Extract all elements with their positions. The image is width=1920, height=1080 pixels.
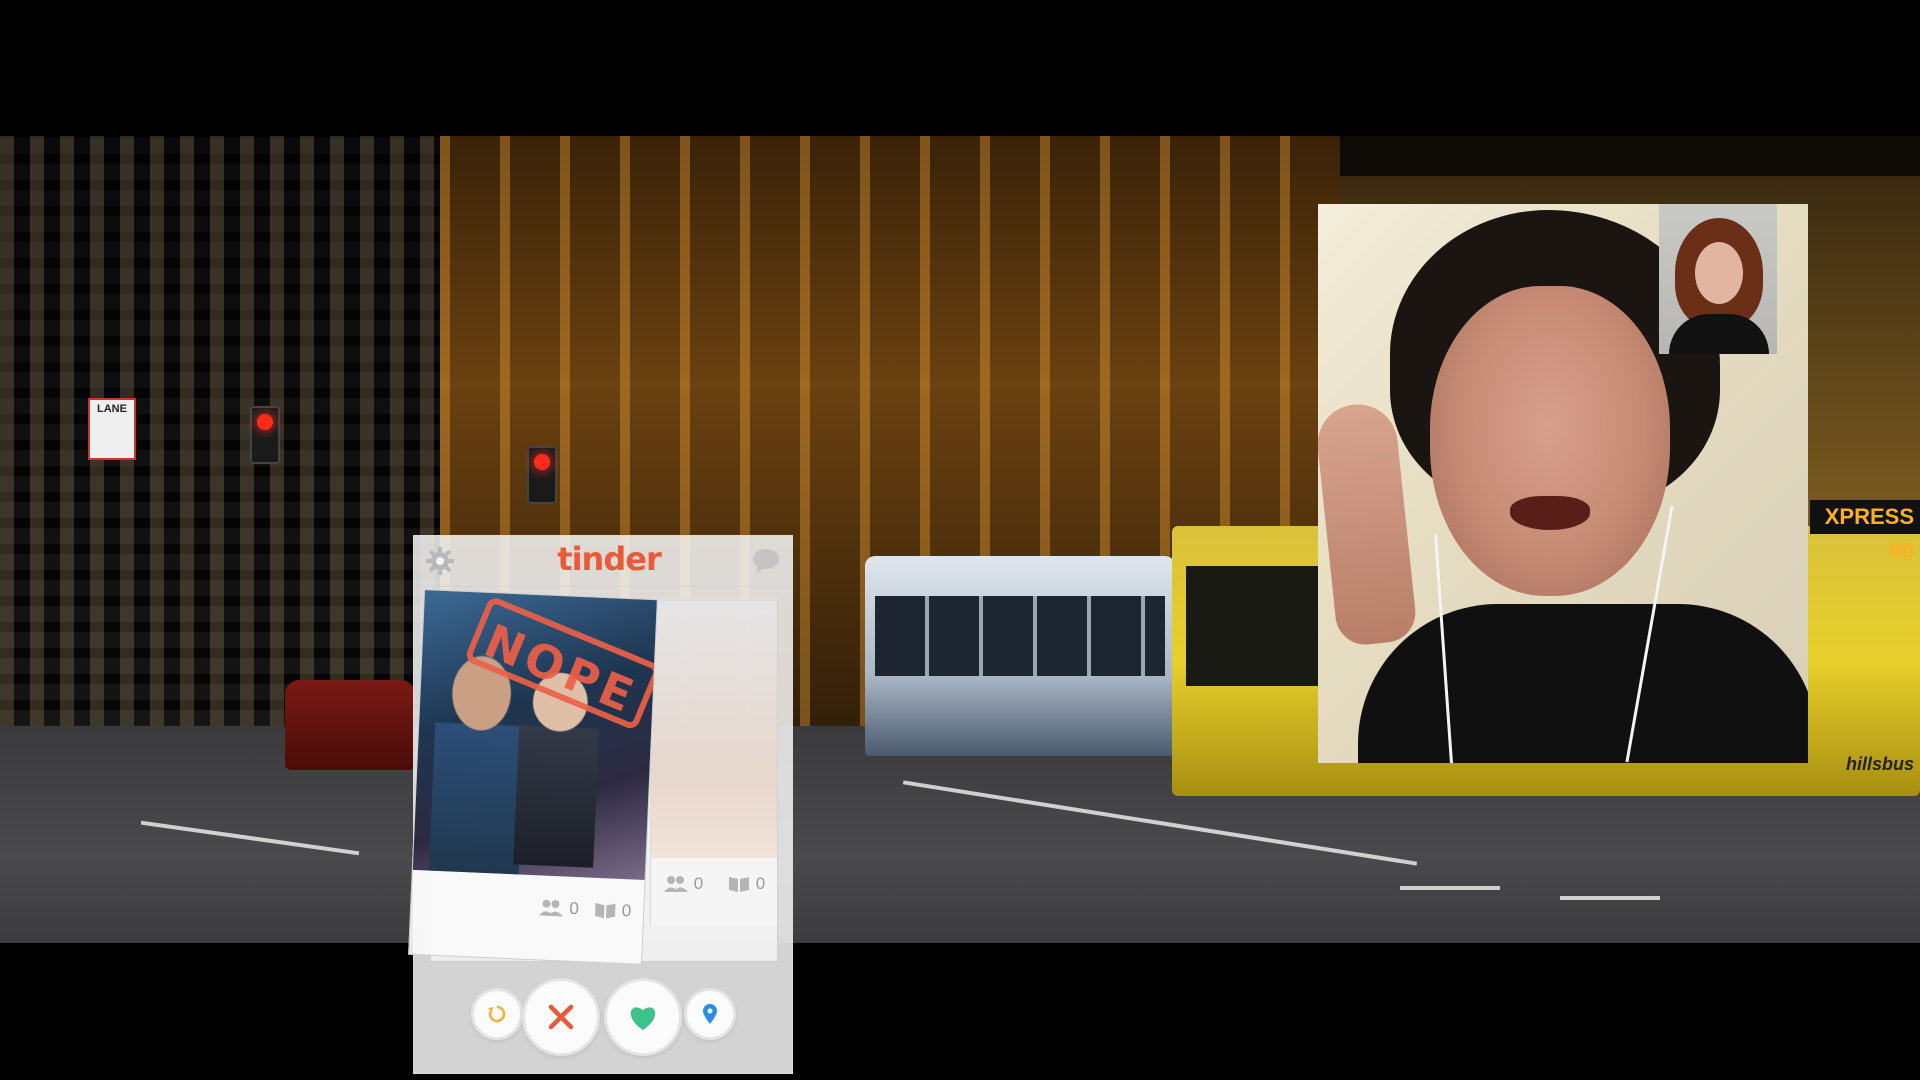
bus-windows: [875, 596, 1165, 676]
bus-windows: [1186, 566, 1336, 686]
location-button[interactable]: [684, 988, 736, 1040]
traffic-light: [527, 446, 557, 504]
silver-bus: [865, 556, 1175, 756]
lane-marking: [140, 820, 360, 856]
next-profile-card: 0 0: [650, 598, 777, 926]
x-icon: [548, 1004, 574, 1030]
interests-count: 0: [755, 874, 766, 893]
friends-stat: 0: [663, 874, 703, 894]
self-body: [1669, 314, 1769, 354]
chat-icon[interactable]: [750, 545, 782, 577]
profile-card[interactable]: NOPE 0 0: [408, 589, 658, 965]
office-tower: [0, 136, 460, 736]
heart-icon: [630, 1007, 656, 1030]
interests-count: 0: [621, 901, 632, 921]
dislike-button[interactable]: [522, 978, 600, 1056]
interests-stat: 0: [592, 900, 632, 922]
self-face: [1695, 242, 1743, 304]
express-sign: XPRESS 60: [1810, 500, 1920, 563]
lane-marking: [1560, 896, 1660, 900]
location-pin-icon: [703, 1004, 717, 1024]
people-icon: [539, 899, 564, 917]
gear-icon[interactable]: [424, 545, 456, 577]
interests-stat: 0: [727, 874, 765, 894]
book-icon: [728, 877, 749, 892]
red-car: [285, 680, 415, 770]
action-bar: [414, 966, 792, 1056]
traffic-light: [250, 406, 280, 464]
rewind-button[interactable]: [471, 988, 523, 1040]
video-composition: LANE XPRESS 60 hillsbus tinder 0 0 NOPE …: [0, 0, 1920, 1080]
card-stats: 0 0: [411, 882, 645, 932]
friends-stat: 0: [538, 897, 579, 919]
tinder-app-panel: tinder 0 0 NOPE 0 0: [408, 535, 793, 1074]
people-icon: [663, 876, 688, 892]
next-card-stats: 0 0: [651, 864, 777, 904]
video-call-self-view[interactable]: [1659, 204, 1777, 354]
next-profile-photo: [651, 598, 777, 858]
tinder-header: tinder: [414, 536, 792, 587]
lane-marking: [1400, 886, 1500, 890]
remote-participant-body: [1358, 604, 1808, 763]
mouth: [1510, 496, 1590, 530]
tinder-logo: tinder: [557, 540, 661, 578]
remote-participant-face: [1430, 286, 1670, 596]
like-button[interactable]: [604, 978, 682, 1056]
bus-brand-label: hillsbus: [1846, 754, 1915, 774]
friends-count: 0: [693, 874, 704, 893]
friends-count: 0: [568, 898, 580, 919]
profile-photo: NOPE: [412, 590, 657, 880]
rewind-icon: [488, 1005, 506, 1023]
lane-sign: LANE: [88, 398, 136, 460]
book-icon: [594, 902, 616, 919]
